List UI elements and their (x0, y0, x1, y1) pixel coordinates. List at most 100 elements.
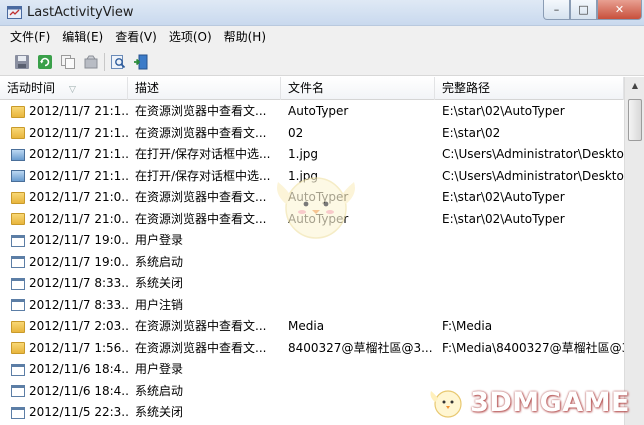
activity-time: 2012/11/7 21:1... (29, 125, 128, 140)
folder-icon (11, 191, 25, 204)
description-cell: 系统启动 (135, 254, 184, 269)
time-cell: 2012/11/7 21:1... (11, 101, 128, 123)
column-header-description[interactable]: 描述 (128, 77, 281, 100)
time-cell: 2012/11/7 21:0... (11, 209, 128, 231)
mascot-watermark-icon (277, 177, 355, 239)
window-title: LastActivityView (27, 5, 134, 20)
filename-cell (288, 359, 436, 381)
filename-cell (288, 252, 436, 274)
description-cell: 在打开/保存对话框中选... (135, 147, 271, 161)
menu-help[interactable]: 帮助(H) (218, 27, 272, 47)
activity-time: 2012/11/5 22:3... (29, 405, 128, 419)
path-cell: F:\Media (442, 319, 493, 333)
maximize-button[interactable]: □ (570, 0, 597, 20)
filename-cell (288, 273, 436, 295)
table-row[interactable]: 2012/11/7 8:33... 用户注销 (0, 295, 624, 317)
path-cell: F:\Media\8400327@草榴社區@3 (442, 340, 624, 355)
list-header: 活动时间 ▽ 描述 文件名 完整路径 (0, 77, 624, 100)
title-bar: LastActivityView – □ ✕ (0, 0, 644, 26)
close-button[interactable]: ✕ (597, 0, 642, 20)
path-cell (442, 359, 624, 381)
activity-time: 2012/11/7 19:0... (29, 254, 128, 269)
filename-cell: AutoTyper (288, 104, 349, 118)
path-cell: E:\star\02\AutoTyper (442, 104, 565, 118)
description-cell: 在资源浏览器中查看文... (135, 190, 267, 204)
activity-time: 2012/11/7 21:1... (29, 168, 128, 183)
table-row[interactable]: 2012/11/7 21:1... 在资源浏览器中查看文... AutoType… (0, 101, 624, 123)
table-row[interactable]: 2012/11/6 18:4... 用户登录 (0, 359, 624, 381)
exit-button[interactable] (132, 53, 150, 71)
description-cell: 在资源浏览器中查看文... (135, 125, 267, 140)
activity-time: 2012/11/7 21:0... (29, 211, 128, 226)
description-cell: 在资源浏览器中查看文... (135, 211, 267, 226)
time-cell: 2012/11/7 1:56... (11, 338, 128, 360)
vertical-scrollbar[interactable]: ▲ (624, 77, 644, 425)
folder-icon (11, 127, 25, 140)
time-cell: 2012/11/5 22:3... (11, 402, 128, 424)
scroll-up-arrow-icon[interactable]: ▲ (628, 81, 642, 95)
system-event-icon (11, 277, 25, 290)
site-watermark: 3DMGAME (428, 385, 630, 419)
table-row[interactable]: 2012/11/7 21:1... 在资源浏览器中查看文... 02 E:\st… (0, 123, 624, 145)
activity-time: 2012/11/7 19:0... (29, 233, 128, 247)
path-cell: C:\Users\Administrator\Deskto (442, 168, 624, 183)
table-row[interactable]: 2012/11/7 19:0... 系统启动 (0, 252, 624, 274)
image-file-icon (11, 170, 25, 183)
bird-logo-icon (430, 390, 462, 418)
path-cell: C:\Users\Administrator\Deskto (442, 147, 624, 161)
table-row[interactable]: 2012/11/7 8:33... 系统关闭 (0, 273, 624, 295)
system-event-icon (11, 256, 25, 269)
activity-time: 2012/11/7 21:0... (29, 190, 128, 204)
watermark-text: 3DMGAME (470, 386, 630, 418)
path-cell (442, 295, 624, 317)
filename-cell (288, 402, 436, 424)
minimize-button[interactable]: – (543, 0, 570, 20)
description-cell: 用户注销 (135, 297, 184, 312)
filename-cell (288, 381, 436, 403)
table-row[interactable]: 2012/11/7 2:03... 在资源浏览器中查看文... Media F:… (0, 316, 624, 338)
system-event-icon (11, 385, 25, 398)
description-cell: 在打开/保存对话框中选... (135, 168, 271, 183)
description-cell: 系统关闭 (135, 405, 184, 419)
menu-file[interactable]: 文件(F) (4, 27, 56, 47)
description-cell: 用户登录 (135, 362, 184, 376)
activity-list[interactable]: 活动时间 ▽ 描述 文件名 完整路径 2012/11/7 21:1... 在资源浏… (0, 77, 644, 425)
menu-view[interactable]: 查看(V) (109, 27, 163, 47)
properties-button[interactable] (82, 53, 100, 71)
save-button[interactable] (13, 53, 31, 71)
find-button[interactable] (109, 53, 127, 71)
time-cell: 2012/11/7 8:33... (11, 273, 128, 295)
time-cell: 2012/11/7 21:1... (11, 144, 128, 166)
activity-time: 2012/11/7 8:33... (29, 276, 128, 290)
time-cell: 2012/11/7 19:0... (11, 252, 128, 274)
table-row[interactable]: 2012/11/7 21:1... 在打开/保存对话框中选... 1.jpg C… (0, 144, 624, 166)
description-cell: 用户登录 (135, 233, 184, 247)
time-cell: 2012/11/7 8:33... (11, 295, 128, 317)
save-icon (15, 54, 29, 69)
scrollbar-thumb[interactable] (628, 99, 642, 141)
table-row[interactable]: 2012/11/7 1:56... 在资源浏览器中查看文... 8400327@… (0, 338, 624, 360)
app-icon (7, 6, 22, 19)
time-cell: 2012/11/7 21:1... (11, 123, 128, 145)
list-rows: 2012/11/7 21:1... 在资源浏览器中查看文... AutoType… (0, 101, 624, 424)
menu-edit[interactable]: 编辑(E) (56, 27, 109, 47)
column-header-filename[interactable]: 文件名 (281, 77, 435, 100)
refresh-button[interactable] (36, 53, 54, 71)
filename-cell (288, 295, 436, 317)
properties-icon (84, 55, 98, 68)
folder-icon (11, 342, 25, 355)
refresh-icon (38, 54, 52, 69)
copy-button[interactable] (59, 53, 77, 71)
image-file-icon (11, 148, 25, 161)
window-controls: – □ ✕ (543, 0, 642, 20)
column-header-full-path[interactable]: 完整路径 (435, 77, 624, 100)
system-event-icon (11, 299, 25, 312)
column-header-activity-time[interactable]: 活动时间 ▽ (0, 77, 128, 100)
description-cell: 系统启动 (135, 383, 184, 398)
path-cell (442, 230, 624, 252)
folder-icon (11, 105, 25, 118)
activity-time: 2012/11/7 2:03... (29, 319, 128, 333)
path-cell: E:\star\02 (442, 125, 501, 140)
filename-cell: 8400327@草榴社區@3... (288, 340, 433, 355)
menu-options[interactable]: 选项(O) (163, 27, 218, 47)
